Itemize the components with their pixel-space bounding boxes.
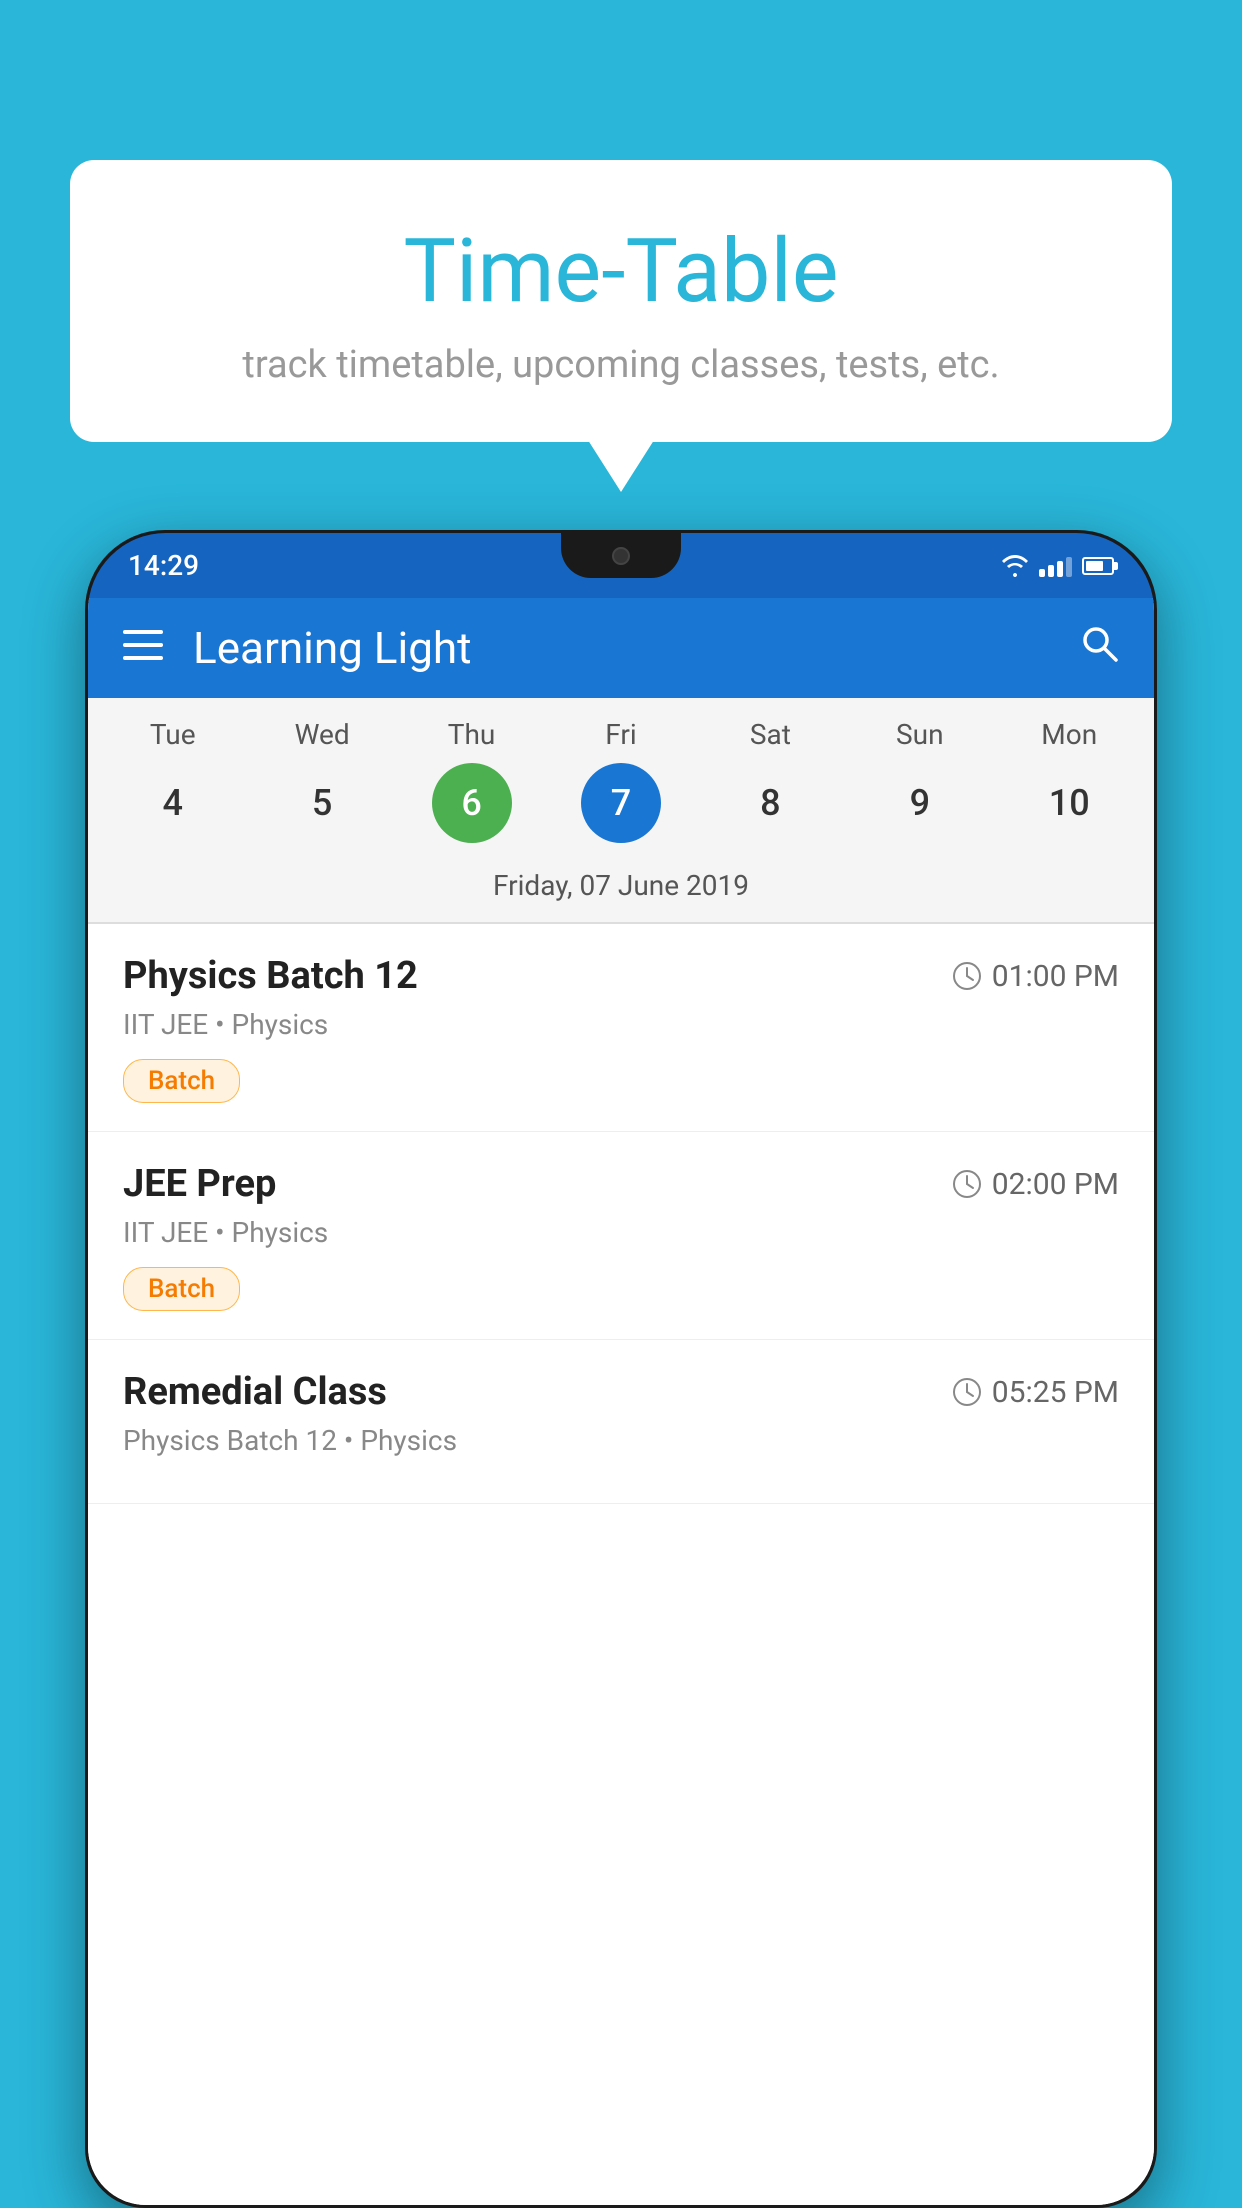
day-name-sat: Sat bbox=[750, 718, 791, 751]
phone-inner: 14:29 bbox=[88, 533, 1154, 2205]
schedule-item-2[interactable]: JEE Prep 02:00 PM IIT JEE • Physics Batc… bbox=[88, 1132, 1154, 1340]
schedule-item-3[interactable]: Remedial Class 05:25 PM Physics Batch 12… bbox=[88, 1340, 1154, 1504]
phone-frame: 14:29 bbox=[85, 530, 1157, 2208]
hamburger-icon[interactable] bbox=[123, 627, 163, 669]
day-column-tue[interactable]: Tue 4 bbox=[108, 718, 238, 843]
schedule-item-1-header: Physics Batch 12 01:00 PM bbox=[123, 954, 1119, 998]
wifi-icon bbox=[1001, 555, 1029, 577]
clock-icon-3 bbox=[952, 1377, 982, 1407]
schedule-title-3: Remedial Class bbox=[123, 1370, 387, 1414]
day-number-sun: 9 bbox=[880, 763, 960, 843]
schedule-content: Physics Batch 12 01:00 PM IIT JEE • Phys… bbox=[88, 924, 1154, 2205]
signal-bars-icon bbox=[1039, 555, 1072, 577]
schedule-item-1[interactable]: Physics Batch 12 01:00 PM IIT JEE • Phys… bbox=[88, 924, 1154, 1132]
phone-screen: Learning Light Tue 4 Wed bbox=[88, 598, 1154, 2205]
speech-bubble: Time-Table track timetable, upcoming cla… bbox=[70, 160, 1172, 442]
schedule-time-1: 01:00 PM bbox=[952, 959, 1119, 994]
clock-icon-1 bbox=[952, 961, 982, 991]
speech-bubble-container: Time-Table track timetable, upcoming cla… bbox=[70, 160, 1172, 442]
day-number-wed: 5 bbox=[282, 763, 362, 843]
schedule-item-2-header: JEE Prep 02:00 PM bbox=[123, 1162, 1119, 1206]
day-number-thu: 6 bbox=[432, 763, 512, 843]
day-name-wed: Wed bbox=[295, 718, 350, 751]
day-name-tue: Tue bbox=[150, 718, 196, 751]
status-time: 14:29 bbox=[128, 549, 199, 582]
notch-camera bbox=[612, 547, 630, 565]
clock-icon-2 bbox=[952, 1169, 982, 1199]
day-number-mon: 10 bbox=[1029, 763, 1109, 843]
battery-icon bbox=[1082, 557, 1114, 575]
day-name-fri: Fri bbox=[605, 718, 636, 751]
day-column-sat[interactable]: Sat 8 bbox=[705, 718, 835, 843]
app-bar: Learning Light bbox=[88, 598, 1154, 698]
schedule-subtitle-3: Physics Batch 12 • Physics bbox=[123, 1424, 1119, 1457]
status-bar: 14:29 bbox=[88, 533, 1154, 598]
selected-date-label: Friday, 07 June 2019 bbox=[98, 853, 1144, 922]
bubble-subtitle: track timetable, upcoming classes, tests… bbox=[110, 343, 1132, 387]
search-icon[interactable] bbox=[1079, 623, 1119, 673]
schedule-title-2: JEE Prep bbox=[123, 1162, 276, 1206]
day-column-sun[interactable]: Sun 9 bbox=[855, 718, 985, 843]
day-number-sat: 8 bbox=[730, 763, 810, 843]
schedule-title-1: Physics Batch 12 bbox=[123, 954, 418, 998]
batch-badge-2: Batch bbox=[123, 1267, 240, 1311]
days-row: Tue 4 Wed 5 Thu 6 Fri 7 bbox=[98, 718, 1144, 853]
schedule-subtitle-2: IIT JEE • Physics bbox=[123, 1216, 1119, 1249]
day-name-mon: Mon bbox=[1041, 718, 1097, 751]
bubble-title: Time-Table bbox=[110, 220, 1132, 323]
schedule-time-2: 02:00 PM bbox=[952, 1167, 1119, 1202]
status-icons bbox=[1001, 555, 1114, 577]
day-column-mon[interactable]: Mon 10 bbox=[1004, 718, 1134, 843]
schedule-item-3-header: Remedial Class 05:25 PM bbox=[123, 1370, 1119, 1414]
day-column-fri[interactable]: Fri 7 bbox=[556, 718, 686, 843]
notch bbox=[561, 533, 681, 578]
day-number-fri: 7 bbox=[581, 763, 661, 843]
schedule-time-3: 05:25 PM bbox=[952, 1375, 1119, 1410]
day-name-sun: Sun bbox=[896, 718, 944, 751]
schedule-subtitle-1: IIT JEE • Physics bbox=[123, 1008, 1119, 1041]
day-column-wed[interactable]: Wed 5 bbox=[257, 718, 387, 843]
day-column-thu[interactable]: Thu 6 bbox=[407, 718, 537, 843]
calendar-strip: Tue 4 Wed 5 Thu 6 Fri 7 bbox=[88, 698, 1154, 922]
day-name-thu: Thu bbox=[448, 718, 496, 751]
batch-badge-1: Batch bbox=[123, 1059, 240, 1103]
app-title: Learning Light bbox=[193, 622, 1079, 674]
day-number-tue: 4 bbox=[133, 763, 213, 843]
